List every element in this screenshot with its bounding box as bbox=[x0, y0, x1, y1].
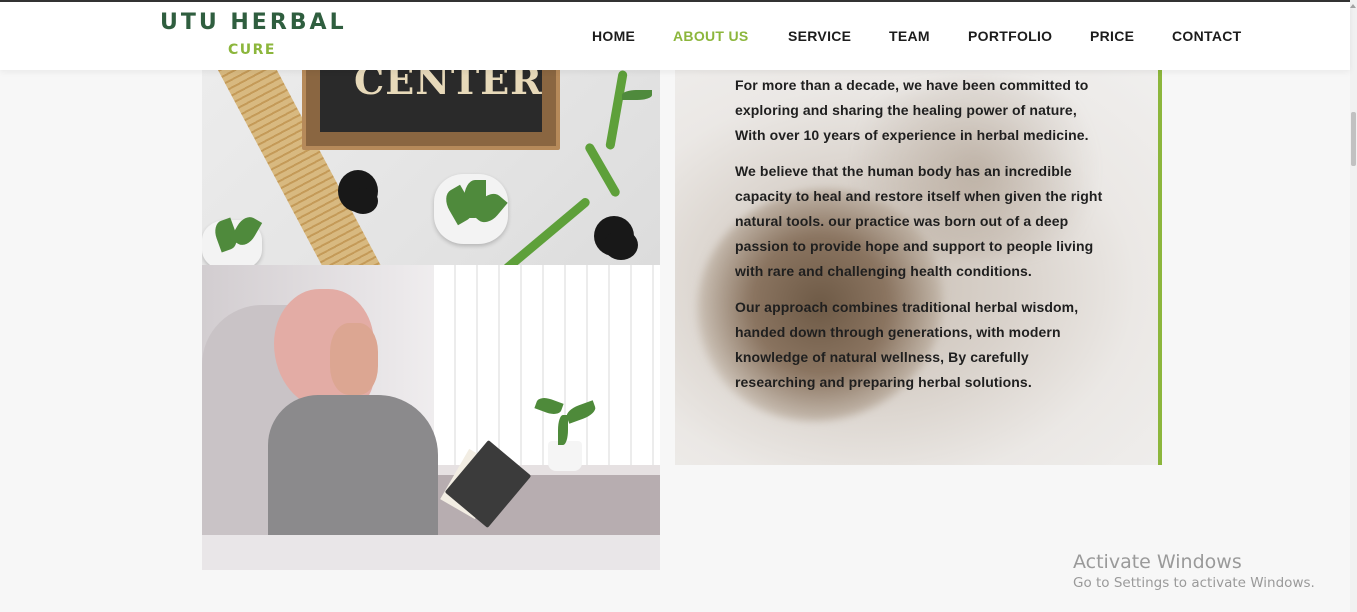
about-text: For more than a decade, we have been com… bbox=[735, 73, 1105, 406]
nav-service[interactable]: SERVICE bbox=[788, 28, 851, 44]
chalkboard-text: CENTER bbox=[354, 70, 543, 103]
about-paragraph: For more than a decade, we have been com… bbox=[735, 77, 1089, 143]
watermark-subtitle: Go to Settings to activate Windows. bbox=[1073, 575, 1315, 591]
nav-portfolio[interactable]: PORTFOLIO bbox=[968, 28, 1052, 44]
logo-tagline[interactable]: CURE bbox=[228, 42, 276, 58]
about-paragraph: We believe that the human body has an in… bbox=[735, 163, 1103, 279]
nav-home[interactable]: HOME bbox=[592, 28, 635, 44]
nav-about-us[interactable]: ABOUT US bbox=[673, 28, 749, 44]
nav-contact[interactable]: CONTACT bbox=[1172, 28, 1242, 44]
bamboo-stalk bbox=[583, 141, 622, 199]
page-scrollbar[interactable] bbox=[1350, 0, 1357, 612]
orchid-stem bbox=[558, 415, 568, 445]
black-stone bbox=[604, 230, 638, 260]
window bbox=[434, 265, 660, 465]
scroll-thumb[interactable] bbox=[1351, 112, 1356, 166]
bamboo-leaf bbox=[622, 90, 652, 100]
panel-accent-border bbox=[1158, 70, 1162, 465]
wellness-center-image: CENTER bbox=[202, 70, 660, 265]
face bbox=[330, 323, 378, 395]
bamboo-stalk bbox=[501, 196, 592, 265]
scroll-up-arrow-icon[interactable] bbox=[1350, 4, 1356, 8]
black-stone bbox=[348, 188, 378, 214]
nav-price[interactable]: PRICE bbox=[1090, 28, 1134, 44]
bamboo-stalk bbox=[605, 70, 628, 151]
orchid-vase bbox=[548, 441, 582, 471]
patient-reading-image bbox=[202, 265, 660, 570]
nav-team[interactable]: TEAM bbox=[889, 28, 930, 44]
about-paragraph: Our approach combines traditional herbal… bbox=[735, 299, 1079, 390]
activate-windows-watermark: Activate Windows Go to Settings to activ… bbox=[1073, 551, 1315, 591]
site-header: UTU HERBAL CURE HOME ABOUT US SERVICE TE… bbox=[0, 2, 1350, 70]
blanket bbox=[202, 535, 660, 570]
chalkboard-frame: CENTER bbox=[302, 70, 560, 150]
watermark-title: Activate Windows bbox=[1073, 551, 1242, 573]
logo-title[interactable]: UTU HERBAL bbox=[160, 10, 347, 35]
